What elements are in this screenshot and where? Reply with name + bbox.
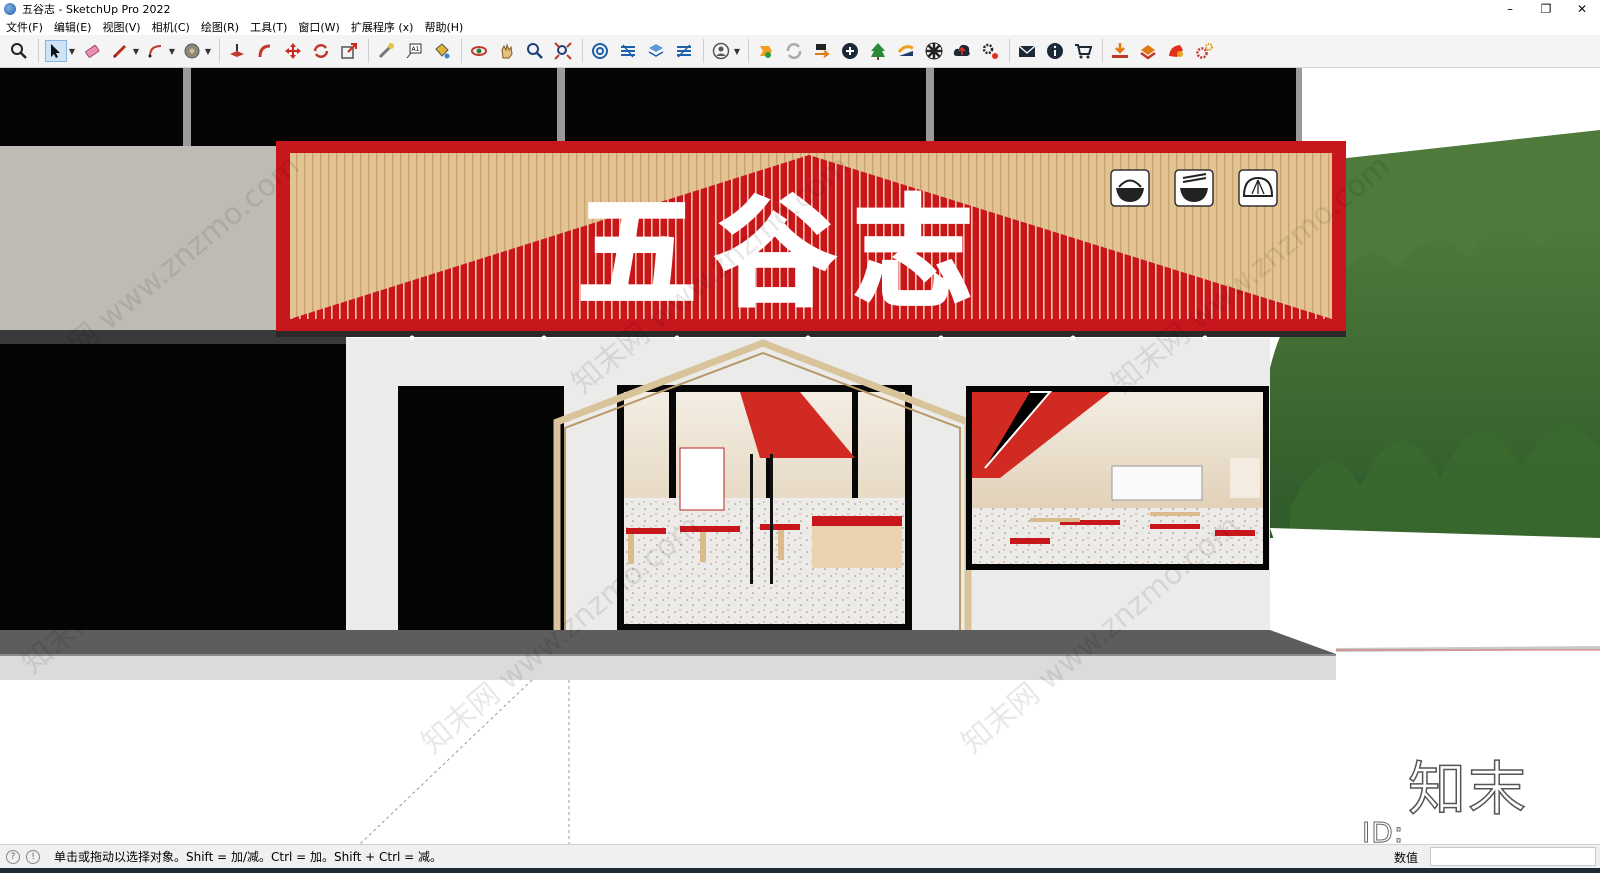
toolbar-separator <box>38 39 39 63</box>
paint-bucket-icon[interactable] <box>431 40 453 62</box>
credits-icon[interactable]: ! <box>26 849 40 864</box>
add-icon[interactable] <box>839 40 861 62</box>
measurements-input[interactable] <box>1430 847 1596 866</box>
maximize-button[interactable]: ❐ <box>1528 0 1564 18</box>
model-viewport[interactable]: 五谷志 <box>0 68 1600 844</box>
brand-logo: 知末 <box>1407 754 1529 824</box>
geo-location-icon[interactable]: ? <box>6 849 20 864</box>
menu-window[interactable]: 窗口(W) <box>298 19 339 35</box>
status-bar: ? ! 单击或拖动以选择对象。Shift = 加/减。Ctrl = 加。Shif… <box>0 844 1600 868</box>
zoom-icon[interactable] <box>8 40 30 62</box>
noodle-bowl-icon <box>1174 169 1214 207</box>
menu-help[interactable]: 帮助(H) <box>424 19 463 35</box>
chevron-down-icon[interactable]: ▼ <box>68 40 76 62</box>
export-icon[interactable] <box>1137 40 1159 62</box>
zoom-extents-icon[interactable] <box>552 40 574 62</box>
toolbar-separator <box>703 39 704 63</box>
status-hint: 单击或拖动以选择对象。Shift = 加/减。Ctrl = 加。Shift + … <box>54 850 443 864</box>
gear-icon[interactable] <box>1193 40 1215 62</box>
mail-icon[interactable] <box>1016 40 1038 62</box>
eraser-icon[interactable] <box>81 40 103 62</box>
svg-text:A1: A1 <box>412 46 420 53</box>
styles-icon[interactable] <box>673 40 695 62</box>
menu-tools[interactable]: 工具(T) <box>250 19 287 35</box>
toolbar-separator <box>748 39 749 63</box>
ruby-icon[interactable] <box>755 40 777 62</box>
info-icon[interactable] <box>1044 40 1066 62</box>
sketchup-window: 五谷志 - SketchUp Pro 2022 – ❐ ✕ 文件(F) 编辑(E… <box>0 0 1600 873</box>
menu-file[interactable]: 文件(F) <box>6 19 43 35</box>
move-icon[interactable] <box>282 40 304 62</box>
tape-icon[interactable] <box>375 40 397 62</box>
rotate-icon[interactable] <box>310 40 332 62</box>
menu-extensions[interactable]: 扩展程序 (x) <box>351 19 414 35</box>
taskbar-strip <box>0 868 1600 873</box>
layers-icon[interactable] <box>645 40 667 62</box>
cart-icon[interactable] <box>1072 40 1094 62</box>
menu-camera[interactable]: 相机(C) <box>152 19 190 35</box>
paint-icon[interactable] <box>181 40 203 62</box>
extension-icon[interactable] <box>617 40 639 62</box>
warehouse-icon[interactable] <box>589 40 611 62</box>
window-title: 五谷志 - SketchUp Pro 2022 <box>22 3 171 16</box>
tree-icon[interactable] <box>867 40 889 62</box>
chevron-down-icon[interactable]: ▼ <box>733 40 741 62</box>
followme-icon[interactable] <box>254 40 276 62</box>
pushpull-icon[interactable] <box>226 40 248 62</box>
pencil-icon[interactable] <box>109 40 131 62</box>
select-icon[interactable] <box>45 40 67 62</box>
plugin-icon[interactable] <box>1165 40 1187 62</box>
toolbar-separator <box>368 39 369 63</box>
bun-icon <box>1238 169 1278 207</box>
scale-icon[interactable] <box>338 40 360 62</box>
close-button[interactable]: ✕ <box>1564 0 1600 18</box>
menu-edit[interactable]: 编辑(E) <box>54 19 92 35</box>
title-bar: 五谷志 - SketchUp Pro 2022 – ❐ ✕ <box>0 0 1600 18</box>
swap-icon[interactable] <box>811 40 833 62</box>
orbit-icon[interactable] <box>468 40 490 62</box>
toolbar-separator <box>1009 39 1010 63</box>
measurements-label: 数值 <box>1394 851 1419 865</box>
storefront-model: 五谷志 <box>0 68 1600 844</box>
toolbar-separator <box>1102 39 1103 63</box>
main-toolbar: ▼ ▼ ▼ ▼ A1 ▼ <box>0 35 1600 68</box>
chevron-down-icon[interactable]: ▼ <box>204 40 212 62</box>
menu-view[interactable]: 视图(V) <box>102 19 140 35</box>
pan-icon[interactable] <box>496 40 518 62</box>
sketchup-app-icon <box>4 3 16 15</box>
reload-icon[interactable] <box>783 40 805 62</box>
toolbar-separator <box>219 39 220 63</box>
toolbar-separator <box>461 39 462 63</box>
minimize-button[interactable]: – <box>1492 0 1528 18</box>
chevron-down-icon[interactable]: ▼ <box>168 40 176 62</box>
chevron-down-icon[interactable]: ▼ <box>132 40 140 62</box>
text-icon[interactable]: A1 <box>403 40 425 62</box>
rice-bowl-icon <box>1110 169 1150 207</box>
import-icon[interactable] <box>1109 40 1131 62</box>
settings-icon[interactable] <box>979 40 1001 62</box>
solar-icon[interactable] <box>895 40 917 62</box>
checker-icon[interactable] <box>923 40 945 62</box>
profile-icon[interactable] <box>710 40 732 62</box>
arc-icon[interactable] <box>145 40 167 62</box>
menu-draw[interactable]: 绘图(R) <box>201 19 239 35</box>
cloud-upload-icon[interactable] <box>951 40 973 62</box>
zoom-in-icon[interactable] <box>524 40 546 62</box>
menu-bar: 文件(F) 编辑(E) 视图(V) 相机(C) 绘图(R) 工具(T) 窗口(W… <box>0 18 1600 35</box>
store-sign-text: 五谷志 <box>578 183 992 322</box>
toolbar-separator <box>582 39 583 63</box>
